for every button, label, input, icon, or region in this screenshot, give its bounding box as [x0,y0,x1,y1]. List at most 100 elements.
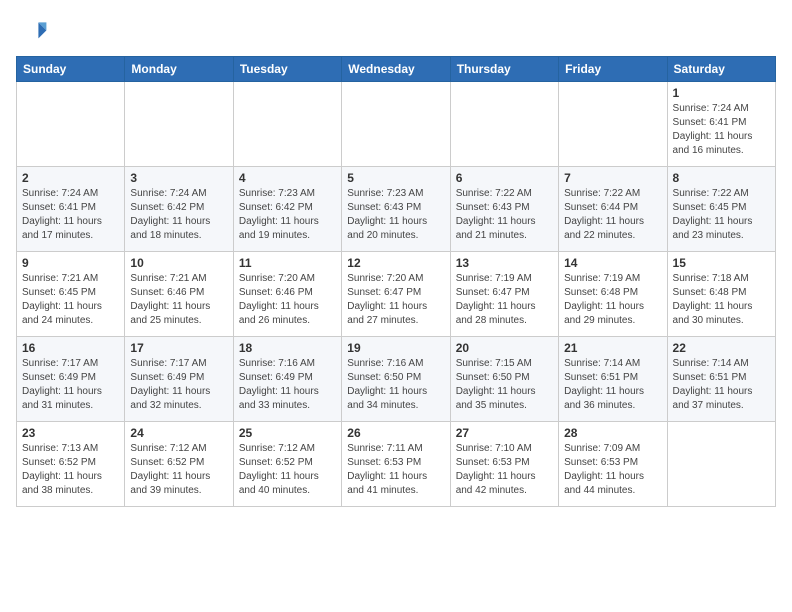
day-number: 5 [347,171,444,185]
day-number: 2 [22,171,119,185]
day-number: 18 [239,341,336,355]
calendar-cell: 19 Sunrise: 7:16 AM Sunset: 6:50 PM Dayli… [342,337,450,422]
day-header-sunday: Sunday [17,57,125,82]
day-info: Sunrise: 7:12 AM Sunset: 6:52 PM Dayligh… [239,442,336,498]
day-header-wednesday: Wednesday [342,57,450,82]
day-number: 16 [22,341,119,355]
day-number: 17 [130,341,227,355]
day-number: 28 [564,426,661,440]
calendar-cell: 3 Sunrise: 7:24 AM Sunset: 6:42 PM Daylig… [125,167,233,252]
calendar-table: SundayMondayTuesdayWednesdayThursdayFrid… [16,56,776,507]
calendar-week-row: 16 Sunrise: 7:17 AM Sunset: 6:49 PM Dayli… [17,337,776,422]
calendar-cell: 27 Sunrise: 7:10 AM Sunset: 6:53 PM Dayli… [450,422,558,507]
day-info: Sunrise: 7:10 AM Sunset: 6:53 PM Dayligh… [456,442,553,498]
calendar-cell: 8 Sunrise: 7:22 AM Sunset: 6:45 PM Daylig… [667,167,775,252]
day-info: Sunrise: 7:24 AM Sunset: 6:42 PM Dayligh… [130,187,227,243]
day-info: Sunrise: 7:13 AM Sunset: 6:52 PM Dayligh… [22,442,119,498]
day-info: Sunrise: 7:17 AM Sunset: 6:49 PM Dayligh… [22,357,119,413]
logo-icon [16,16,48,48]
day-info: Sunrise: 7:12 AM Sunset: 6:52 PM Dayligh… [130,442,227,498]
calendar-cell: 21 Sunrise: 7:14 AM Sunset: 6:51 PM Dayli… [559,337,667,422]
calendar-week-row: 1 Sunrise: 7:24 AM Sunset: 6:41 PM Daylig… [17,82,776,167]
day-number: 8 [673,171,770,185]
calendar-week-row: 2Sunrise: 7:24 AM Sunset: 6:41 PM Daylig… [17,167,776,252]
day-info: Sunrise: 7:18 AM Sunset: 6:48 PM Dayligh… [673,272,770,328]
day-info: Sunrise: 7:20 AM Sunset: 6:46 PM Dayligh… [239,272,336,328]
day-number: 26 [347,426,444,440]
calendar-cell: 9Sunrise: 7:21 AM Sunset: 6:45 PM Daylig… [17,252,125,337]
calendar-cell: 12 Sunrise: 7:20 AM Sunset: 6:47 PM Dayli… [342,252,450,337]
calendar-cell: 23 Sunrise: 7:13 AM Sunset: 6:52 PM Dayli… [17,422,125,507]
calendar-cell: 1 Sunrise: 7:24 AM Sunset: 6:41 PM Daylig… [667,82,775,167]
day-number: 6 [456,171,553,185]
day-number: 12 [347,256,444,270]
calendar-cell: 15 Sunrise: 7:18 AM Sunset: 6:48 PM Dayli… [667,252,775,337]
day-number: 10 [130,256,227,270]
calendar-cell: 4 Sunrise: 7:23 AM Sunset: 6:42 PM Daylig… [233,167,341,252]
day-number: 20 [456,341,553,355]
calendar-cell: 2Sunrise: 7:24 AM Sunset: 6:41 PM Daylig… [17,167,125,252]
calendar-cell: 25 Sunrise: 7:12 AM Sunset: 6:52 PM Dayli… [233,422,341,507]
calendar-cell: 10 Sunrise: 7:21 AM Sunset: 6:46 PM Dayli… [125,252,233,337]
calendar-cell [667,422,775,507]
day-info: Sunrise: 7:23 AM Sunset: 6:42 PM Dayligh… [239,187,336,243]
calendar-cell: 7 Sunrise: 7:22 AM Sunset: 6:44 PM Daylig… [559,167,667,252]
calendar-cell: 20 Sunrise: 7:15 AM Sunset: 6:50 PM Dayli… [450,337,558,422]
day-number: 1 [673,86,770,100]
day-info: Sunrise: 7:11 AM Sunset: 6:53 PM Dayligh… [347,442,444,498]
day-header-monday: Monday [125,57,233,82]
day-number: 25 [239,426,336,440]
calendar-cell [17,82,125,167]
day-info: Sunrise: 7:16 AM Sunset: 6:50 PM Dayligh… [347,357,444,413]
day-info: Sunrise: 7:17 AM Sunset: 6:49 PM Dayligh… [130,357,227,413]
calendar-cell: 24 Sunrise: 7:12 AM Sunset: 6:52 PM Dayli… [125,422,233,507]
calendar-cell [233,82,341,167]
calendar-header-row: SundayMondayTuesdayWednesdayThursdayFrid… [17,57,776,82]
calendar-cell [559,82,667,167]
day-number: 23 [22,426,119,440]
calendar-cell: 16 Sunrise: 7:17 AM Sunset: 6:49 PM Dayli… [17,337,125,422]
page-header [16,16,776,48]
day-info: Sunrise: 7:09 AM Sunset: 6:53 PM Dayligh… [564,442,661,498]
calendar-cell: 13 Sunrise: 7:19 AM Sunset: 6:47 PM Dayli… [450,252,558,337]
day-number: 19 [347,341,444,355]
calendar-cell: 22 Sunrise: 7:14 AM Sunset: 6:51 PM Dayli… [667,337,775,422]
day-info: Sunrise: 7:23 AM Sunset: 6:43 PM Dayligh… [347,187,444,243]
day-info: Sunrise: 7:16 AM Sunset: 6:49 PM Dayligh… [239,357,336,413]
day-header-saturday: Saturday [667,57,775,82]
day-number: 13 [456,256,553,270]
day-header-tuesday: Tuesday [233,57,341,82]
day-info: Sunrise: 7:24 AM Sunset: 6:41 PM Dayligh… [673,102,770,158]
day-number: 24 [130,426,227,440]
logo [16,16,52,48]
day-info: Sunrise: 7:14 AM Sunset: 6:51 PM Dayligh… [673,357,770,413]
day-number: 15 [673,256,770,270]
calendar-week-row: 23 Sunrise: 7:13 AM Sunset: 6:52 PM Dayli… [17,422,776,507]
calendar-cell [450,82,558,167]
day-info: Sunrise: 7:21 AM Sunset: 6:45 PM Dayligh… [22,272,119,328]
calendar-cell: 17 Sunrise: 7:17 AM Sunset: 6:49 PM Dayli… [125,337,233,422]
day-number: 27 [456,426,553,440]
calendar-cell: 5 Sunrise: 7:23 AM Sunset: 6:43 PM Daylig… [342,167,450,252]
day-info: Sunrise: 7:14 AM Sunset: 6:51 PM Dayligh… [564,357,661,413]
day-info: Sunrise: 7:19 AM Sunset: 6:47 PM Dayligh… [456,272,553,328]
day-number: 7 [564,171,661,185]
day-info: Sunrise: 7:20 AM Sunset: 6:47 PM Dayligh… [347,272,444,328]
day-header-thursday: Thursday [450,57,558,82]
calendar-cell: 6Sunrise: 7:22 AM Sunset: 6:43 PM Daylig… [450,167,558,252]
calendar-week-row: 9Sunrise: 7:21 AM Sunset: 6:45 PM Daylig… [17,252,776,337]
day-number: 21 [564,341,661,355]
day-number: 3 [130,171,227,185]
day-info: Sunrise: 7:19 AM Sunset: 6:48 PM Dayligh… [564,272,661,328]
calendar-cell [125,82,233,167]
calendar-cell: 18 Sunrise: 7:16 AM Sunset: 6:49 PM Dayli… [233,337,341,422]
day-number: 4 [239,171,336,185]
calendar-cell: 28 Sunrise: 7:09 AM Sunset: 6:53 PM Dayli… [559,422,667,507]
day-number: 22 [673,341,770,355]
day-info: Sunrise: 7:21 AM Sunset: 6:46 PM Dayligh… [130,272,227,328]
calendar-cell: 14Sunrise: 7:19 AM Sunset: 6:48 PM Dayli… [559,252,667,337]
calendar-cell [342,82,450,167]
day-info: Sunrise: 7:15 AM Sunset: 6:50 PM Dayligh… [456,357,553,413]
day-info: Sunrise: 7:22 AM Sunset: 6:45 PM Dayligh… [673,187,770,243]
day-info: Sunrise: 7:22 AM Sunset: 6:44 PM Dayligh… [564,187,661,243]
